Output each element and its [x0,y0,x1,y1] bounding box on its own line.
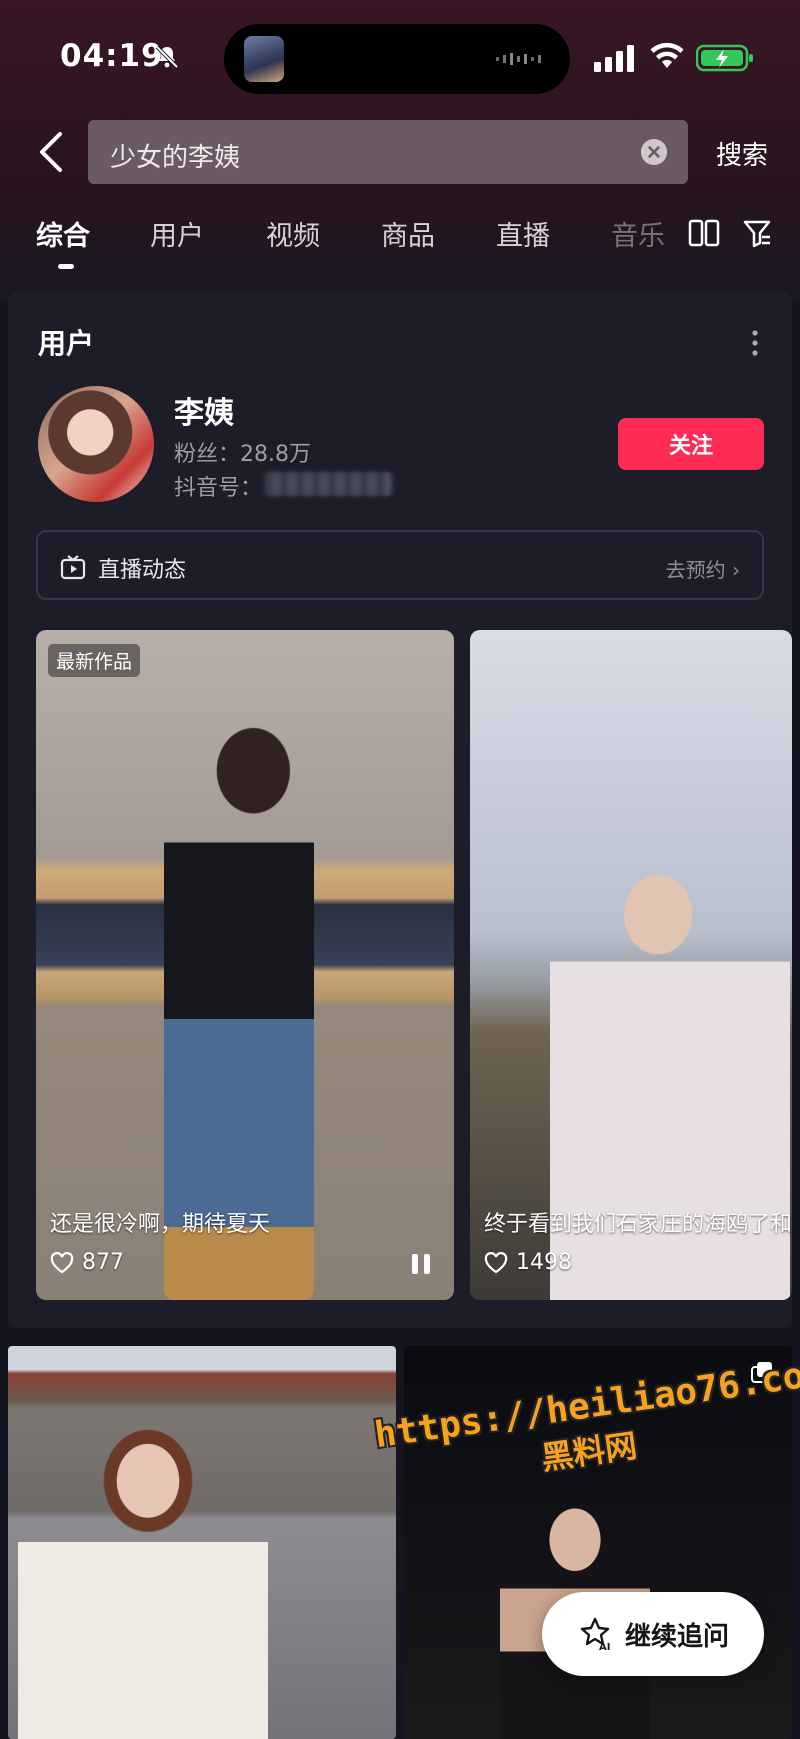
tab-music[interactable]: 音乐 [611,214,665,253]
douyin-id-label: 抖音号： [174,476,263,501]
battery-charging-icon [696,44,753,72]
tab-comprehensive[interactable]: 综合 [36,214,90,253]
fans-count: 粉丝：28.8万 [174,442,311,467]
like-number: 877 [82,1250,124,1275]
layout-toggle-icon[interactable] [688,218,720,248]
wifi-icon [650,42,684,68]
video-caption: 还是很冷啊，期待夏天 [50,1212,271,1237]
status-time: 04:19 [60,38,164,74]
bell-muted-icon [155,45,179,69]
chevron-right-icon: › [732,558,740,582]
svg-text:AI: AI [599,1642,610,1651]
ai-button-label: 继续追问 [624,1621,729,1652]
reserve-link[interactable]: 去预约 › [666,554,740,583]
heart-icon [50,1251,74,1273]
search-input[interactable]: 少女的李姨 [88,120,688,184]
section-title: 用户 [38,327,95,360]
user-avatar[interactable] [38,386,154,502]
user-name[interactable]: 李姨 [174,388,234,432]
now-playing-thumbnail [244,36,284,82]
heart-icon [484,1251,508,1273]
video-thumbnail-1[interactable]: 最新作品 还是很冷啊，期待夏天 877 [36,630,454,1300]
live-label: 直播动态 [98,558,187,583]
result-tabs: 综合 用户 视频 商品 直播 音乐 [0,214,800,274]
pause-icon[interactable] [410,1252,432,1276]
latest-badge: 最新作品 [48,644,141,677]
tab-videos[interactable]: 视频 [266,214,320,253]
tab-products[interactable]: 商品 [381,214,435,253]
tab-users[interactable]: 用户 [150,214,204,253]
dynamic-island[interactable] [224,24,570,94]
like-count: 1498 [484,1250,572,1275]
video-caption: 终于看到我们石家庄的海鸥了和 [484,1212,792,1237]
ai-sparkle-icon: AI [580,1617,610,1651]
filter-icon[interactable] [742,218,772,248]
douyin-id-redacted [264,472,392,496]
active-tab-indicator [58,264,74,269]
like-count: 877 [50,1250,124,1275]
search-button[interactable]: 搜索 [716,135,768,172]
tab-live[interactable]: 直播 [496,214,550,253]
video-thumbnail-2[interactable]: 终于看到我们石家庄的海鸥了和 1498 [470,630,792,1300]
live-schedule-row[interactable]: 直播动态 去预约 › [36,530,764,600]
reserve-label: 去预约 [665,558,726,582]
like-number: 1498 [516,1250,572,1275]
clear-search-icon[interactable] [641,139,667,165]
signal-icon [594,45,634,72]
more-options-icon[interactable] [750,328,760,358]
search-query: 少女的李姨 [110,143,241,173]
follow-button[interactable]: 关注 [618,418,764,470]
ai-follow-up-button[interactable]: AI 继续追问 [542,1592,764,1676]
result-thumbnail-3[interactable] [8,1346,396,1739]
back-button[interactable] [34,130,70,174]
thumbnail-3-subject [18,1406,268,1739]
audio-wave-icon [496,53,541,65]
tv-icon [60,555,86,580]
status-bar: 04:19 [0,0,800,110]
user-result-card: 用户 李姨 粉丝：28.8万 抖音号： 关注 直播动态 去预约 › 最新作品 还… [8,292,792,1328]
